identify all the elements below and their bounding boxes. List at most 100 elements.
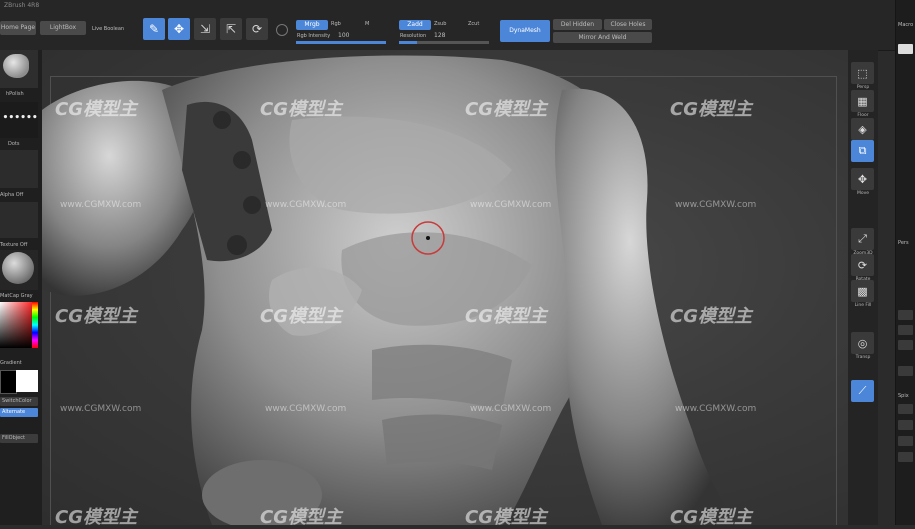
watermark-url: www.CGMXW.com xyxy=(470,200,552,210)
watermark-url: www.CGMXW.com xyxy=(60,200,142,210)
mirror-and-weld-button[interactable]: Mirror And Weld xyxy=(553,32,652,43)
watermark-text: CG模型主 xyxy=(670,306,752,327)
transp-icon: ◎ xyxy=(857,336,868,350)
frame-button[interactable]: ⧉ xyxy=(851,140,874,162)
del-hidden-button[interactable]: Del Hidden xyxy=(553,19,602,30)
draw-mode-button[interactable]: ✥ xyxy=(168,18,190,40)
edit-mode-button[interactable]: ✎ xyxy=(143,18,165,40)
m-button[interactable]: M xyxy=(365,21,369,27)
zadd-button[interactable]: Zadd xyxy=(399,20,431,30)
palette-box[interactable] xyxy=(898,310,913,320)
rgb-intensity-slider[interactable] xyxy=(296,41,386,44)
move-label: Move xyxy=(856,191,870,196)
move-button[interactable]: ✥ xyxy=(851,168,874,190)
floor-icon: ▦ xyxy=(857,94,868,108)
rgb-intensity-value: 100 xyxy=(338,32,350,39)
watermark-text: CG模型主 xyxy=(670,99,752,120)
watermark-url: www.CGMXW.com xyxy=(265,200,347,210)
secondary-color-swatch[interactable] xyxy=(16,370,38,392)
line-fill-label: Line Fill xyxy=(854,303,872,308)
document-canvas[interactable] xyxy=(42,50,848,525)
local-icon: ◈ xyxy=(858,122,867,136)
brush-thumbnail[interactable] xyxy=(0,50,38,88)
palette-box[interactable] xyxy=(898,404,913,414)
alternate-button[interactable]: Alternate xyxy=(0,408,38,417)
mrgb-button[interactable]: Mrgb xyxy=(296,20,328,30)
watermark-text: CG模型主 xyxy=(260,99,342,120)
rotate-mode-button[interactable]: ⟳ xyxy=(246,18,268,40)
live-boolean-button[interactable]: Live Boolean xyxy=(92,26,124,32)
palette-box[interactable] xyxy=(898,436,913,446)
primary-color-swatch[interactable] xyxy=(0,370,17,394)
macro-label: Macro xyxy=(898,22,914,28)
rotate-icon: ⟳ xyxy=(251,22,263,36)
move-icon: ✥ xyxy=(857,172,868,186)
zoom3d-button[interactable]: ⤢ xyxy=(851,228,874,250)
watermark-text: CG模型主 xyxy=(55,99,137,120)
solo-button[interactable]: ⟋ xyxy=(851,380,874,402)
watermark-text: CG模型主 xyxy=(670,507,752,528)
resolution-label: Resolution xyxy=(400,33,427,39)
watermark-text: CG模型主 xyxy=(465,306,547,327)
watermark-text: CG模型主 xyxy=(55,507,137,528)
persp-icon: ⬚ xyxy=(857,66,868,80)
watermark-text: CG模型主 xyxy=(260,507,342,528)
rgb-button[interactable]: Rgb xyxy=(331,21,341,27)
rotate-icon: ⟳ xyxy=(857,258,868,272)
line-fill-icon: ▩ xyxy=(857,284,868,298)
fill-object-button[interactable]: FillObject xyxy=(0,434,38,443)
palette-box[interactable] xyxy=(898,325,913,335)
palette-box[interactable] xyxy=(898,366,913,376)
stroke-thumbnail[interactable]: ∙∙∙∙∙∙ xyxy=(0,102,38,138)
brush-preview-icon xyxy=(3,54,29,78)
watermark-url: www.CGMXW.com xyxy=(675,404,757,414)
top-toolbar: ZBrush 4R8 Home Page LightBox Live Boole… xyxy=(0,0,915,51)
resolution-value: 128 xyxy=(434,32,446,39)
right-palette: Macro Pers Spix xyxy=(895,0,915,525)
dynamesh-button[interactable]: DynaMesh xyxy=(500,20,550,42)
hue-strip[interactable] xyxy=(32,302,38,348)
transp-label: Transp xyxy=(855,355,871,360)
stroke-name: Dots xyxy=(8,141,20,147)
palette-thumbnail[interactable] xyxy=(898,44,913,54)
zcut-button[interactable]: Zcut xyxy=(468,21,479,27)
alpha-thumbnail[interactable] xyxy=(0,150,38,188)
floor-button[interactable]: ▦ xyxy=(851,90,874,112)
color-picker[interactable] xyxy=(0,302,38,348)
watermark-url: www.CGMXW.com xyxy=(470,404,552,414)
watermark-text: CG模型主 xyxy=(465,507,547,528)
watermark-text: CG模型主 xyxy=(55,306,137,327)
resolution-slider[interactable] xyxy=(399,41,489,44)
sculpt-model[interactable] xyxy=(42,50,848,525)
line-fill-button[interactable]: ▩ xyxy=(851,280,874,302)
palette-box[interactable] xyxy=(898,340,913,350)
texture-thumbnail[interactable] xyxy=(0,202,38,238)
watermark-text: CG模型主 xyxy=(465,99,547,120)
watermark-text: CG模型主 xyxy=(260,306,342,327)
dots-stroke-icon: ∙∙∙∙∙∙ xyxy=(2,110,38,123)
zsub-button[interactable]: Zsub xyxy=(434,21,446,27)
material-thumbnail[interactable] xyxy=(0,250,38,290)
gyro-icon[interactable] xyxy=(276,24,288,36)
draw-icon: ✥ xyxy=(173,22,185,36)
gradient-label: Gradient xyxy=(0,360,22,366)
transp-button[interactable]: ◎ xyxy=(851,332,874,354)
window-title: ZBrush 4R8 xyxy=(4,2,40,9)
frame-icon: ⧉ xyxy=(858,144,867,157)
matcap-sphere-icon xyxy=(2,252,34,284)
scale-mode-button[interactable]: ⇱ xyxy=(220,18,242,40)
home-page-button[interactable]: Home Page xyxy=(0,21,36,35)
palette-box[interactable] xyxy=(898,420,913,430)
local-button[interactable]: ◈ xyxy=(851,118,874,140)
alpha-label: Alpha Off xyxy=(0,192,24,198)
edit-icon: ✎ xyxy=(148,22,160,36)
rotate-button[interactable]: ⟳ xyxy=(851,254,874,276)
persp-button[interactable]: ⬚ xyxy=(851,62,874,84)
lightbox-button[interactable]: LightBox xyxy=(40,21,86,35)
palette-box[interactable] xyxy=(898,452,913,462)
close-holes-button[interactable]: Close Holes xyxy=(604,19,652,30)
right-shelf: ⬚ Persp ▦ Floor ◈ Local ⧉ ✥ Move ⤢ Zoom3… xyxy=(848,50,878,525)
left-tray: hPolish ∙∙∙∙∙∙ Dots Alpha Off Texture Of… xyxy=(0,50,43,525)
switch-color-button[interactable]: SwitchColor xyxy=(0,397,38,406)
move-mode-button[interactable]: ⇲ xyxy=(194,18,216,40)
